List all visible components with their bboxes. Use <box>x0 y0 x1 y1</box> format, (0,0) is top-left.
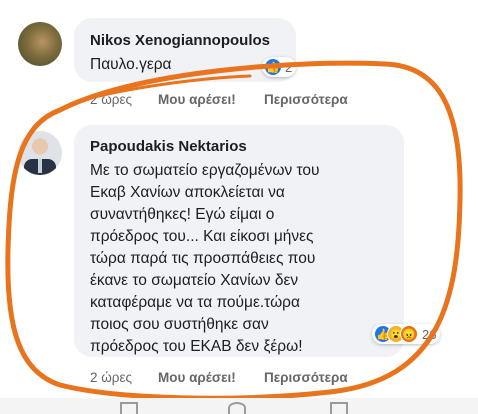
avatar[interactable] <box>18 22 62 66</box>
comment-time[interactable]: 2 ώρες <box>90 92 132 107</box>
recents-icon[interactable] <box>330 402 348 414</box>
angry-emoji-icon: 😠 <box>400 325 418 343</box>
avatar[interactable] <box>18 131 62 175</box>
thumbs-up-icon: 👍 <box>264 58 282 76</box>
comment-text: Παυλο.γερα <box>90 56 172 73</box>
more-button[interactable]: Περισσότερα <box>264 92 348 107</box>
comment-text-line: Εκαβ Χανίων αποκλείεται να <box>90 184 285 201</box>
reaction-count: 2 <box>285 59 293 75</box>
like-button[interactable]: Μου αρέσει! <box>158 370 236 385</box>
comment-time[interactable]: 2 ώρες <box>90 370 132 385</box>
comment-text-line: πρόεδρος του ΕΚΑΒ δεν ξέρω! <box>90 338 303 355</box>
back-icon[interactable] <box>120 402 138 414</box>
comment-text-line: συναντήθηκες! Εγώ είμαι ο <box>90 206 275 223</box>
reaction-count: 26 <box>422 326 437 342</box>
comment-text-line: Με το σωματείο εργαζομένων του <box>90 162 320 179</box>
comment-text-line: πρόεδρος του... Και είκοσι μήνες <box>90 228 314 245</box>
reaction-summary[interactable]: 👍 😮 😠 26 <box>372 324 441 344</box>
comment-author[interactable]: Papoudakis Nektarios <box>90 138 247 155</box>
reaction-summary[interactable]: 👍 2 <box>262 57 297 77</box>
more-button[interactable]: Περισσότερα <box>264 370 348 385</box>
like-button[interactable]: Μου αρέσει! <box>158 92 236 107</box>
comment-text-line: ποιος σου συστήθηκε σαν <box>90 316 269 333</box>
comment-text-line: έκανε το σωματείο Χανίων δεν <box>90 272 299 289</box>
comment-author[interactable]: Nikos Xenogiannopoulos <box>90 32 270 49</box>
home-icon[interactable] <box>228 402 246 414</box>
comment-text-line: τώρα παρά τις προσπάθειες που <box>90 250 316 267</box>
comment-text-line: καταφέραμε να τα πούμε.τώρα <box>90 294 300 311</box>
